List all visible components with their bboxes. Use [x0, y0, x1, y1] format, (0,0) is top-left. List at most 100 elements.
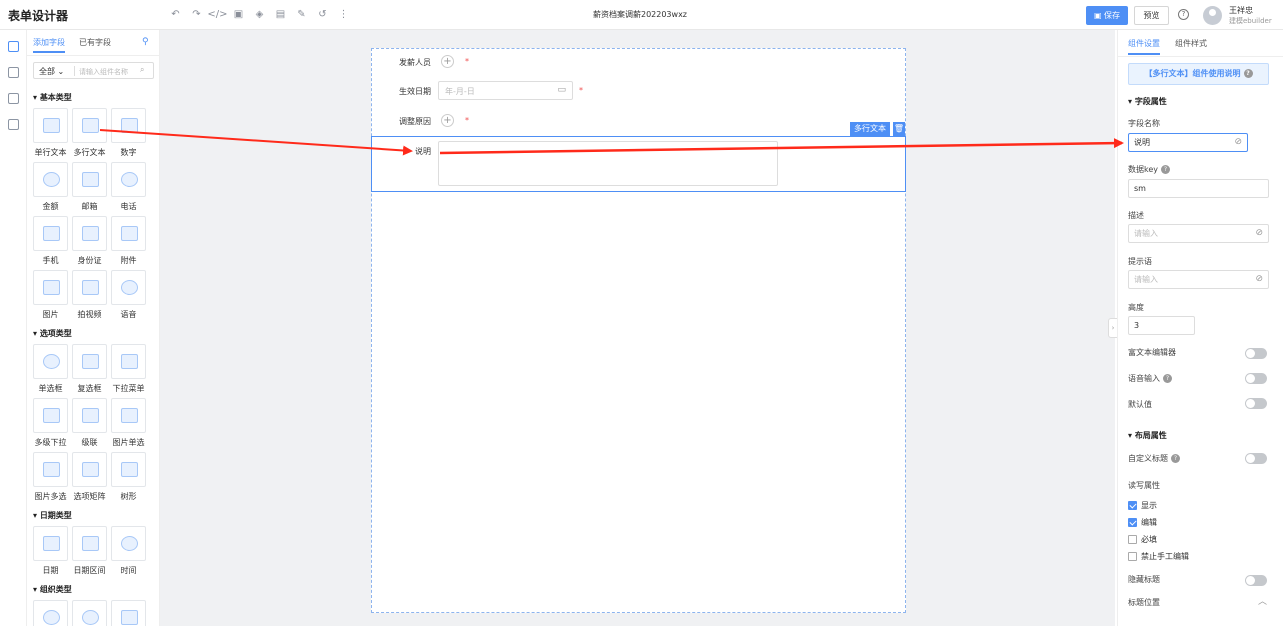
widget-id-card[interactable]: [72, 216, 107, 251]
widget-label: 电话: [120, 202, 137, 211]
layers-icon[interactable]: ◈: [249, 8, 270, 22]
category-select[interactable]: 全部 ⌄: [39, 66, 64, 77]
widget-department[interactable]: [111, 600, 146, 626]
chevron-up-icon[interactable]: ︿: [1258, 594, 1267, 607]
widget-voice[interactable]: [111, 270, 146, 305]
preview-button[interactable]: 预览: [1134, 6, 1169, 25]
widget-person[interactable]: [33, 600, 68, 626]
tree-icon: [121, 462, 138, 477]
image-icon[interactable]: ▣: [228, 8, 249, 22]
usage-notice[interactable]: 【多行文本】组件使用说明?: [1128, 63, 1269, 85]
widget-dropdown[interactable]: [111, 344, 146, 379]
desc-input[interactable]: 请输入 ⊘: [1128, 224, 1269, 243]
widget-checkbox[interactable]: [72, 344, 107, 379]
custom-title-toggle[interactable]: [1245, 453, 1267, 464]
layout-icon[interactable]: [8, 67, 19, 78]
required-checkbox[interactable]: [1128, 535, 1137, 544]
divider: [1118, 56, 1283, 57]
translate-icon[interactable]: ⊘: [1255, 271, 1263, 288]
section-org[interactable]: ▾ 组织类型: [33, 584, 72, 595]
image-multi-icon: [43, 462, 60, 477]
widget-image-radio[interactable]: [111, 398, 146, 433]
widget-attachment[interactable]: [111, 216, 146, 251]
multiline-textarea[interactable]: [438, 141, 778, 186]
tab-component-settings[interactable]: 组件设置: [1128, 38, 1160, 55]
default-value-toggle[interactable]: [1245, 398, 1267, 409]
translate-icon[interactable]: ⊘: [1255, 225, 1263, 242]
rich-text-toggle[interactable]: [1245, 348, 1267, 359]
widget-radio[interactable]: [33, 344, 68, 379]
chart-icon[interactable]: [8, 93, 19, 104]
date-picker[interactable]: 年-月-日 ▭: [438, 81, 573, 100]
widget-number[interactable]: [111, 108, 146, 143]
edit-icon[interactable]: ✎: [291, 8, 312, 22]
field-name-input[interactable]: 说明 ⊘: [1128, 133, 1248, 152]
widget-multi-text[interactable]: [72, 108, 107, 143]
field-label: 说明: [415, 147, 431, 156]
widget-phone[interactable]: [111, 162, 146, 197]
hint-input[interactable]: 请输入 ⊘: [1128, 270, 1269, 289]
email-icon: [82, 172, 99, 187]
voice-input-toggle[interactable]: [1245, 373, 1267, 384]
avatar[interactable]: [1203, 6, 1222, 25]
form-canvas[interactable]: [371, 48, 906, 613]
form-icon[interactable]: ▤: [270, 8, 291, 22]
translate-icon[interactable]: ⊘: [1234, 134, 1242, 151]
undo-icon[interactable]: ↶: [165, 8, 186, 22]
section-layout-props[interactable]: ▾ 布局属性: [1128, 430, 1167, 441]
section-date[interactable]: ▾ 日期类型: [33, 510, 72, 521]
tab-add-field[interactable]: 添加字段: [33, 37, 65, 53]
widget-option-matrix[interactable]: [72, 452, 107, 487]
tab-component-style[interactable]: 组件样式: [1175, 38, 1207, 55]
history-icon[interactable]: ↺: [312, 8, 333, 22]
fields-icon[interactable]: [8, 41, 19, 52]
tab-existing-field[interactable]: 已有字段: [79, 37, 111, 53]
template-icon[interactable]: [8, 119, 19, 130]
widget-time[interactable]: [111, 526, 146, 561]
section-basic[interactable]: ▾ 基本类型: [33, 92, 72, 103]
delete-icon[interactable]: 🗑: [892, 122, 905, 136]
data-key-value: sm: [1134, 184, 1146, 193]
rich-text-label: 富文本编辑器: [1128, 348, 1176, 357]
no-manual-edit-checkbox[interactable]: [1128, 552, 1137, 561]
widget-multi-dropdown[interactable]: [33, 398, 68, 433]
widget-mobile[interactable]: [33, 216, 68, 251]
add-person-icon[interactable]: +: [441, 55, 454, 68]
widget-video[interactable]: [72, 270, 107, 305]
phone-icon: [121, 172, 138, 187]
widget-date-range[interactable]: [72, 526, 107, 561]
section-field-props[interactable]: ▾ 字段属性: [1128, 96, 1167, 107]
widget-label: 时间: [120, 566, 137, 575]
hide-title-toggle[interactable]: [1245, 575, 1267, 586]
widget-cascade[interactable]: [72, 398, 107, 433]
help-icon[interactable]: ?: [1178, 9, 1189, 20]
search-input[interactable]: 请输入组件名称: [79, 67, 128, 77]
height-input[interactable]: 3: [1128, 316, 1195, 335]
redo-icon[interactable]: ↷: [186, 8, 207, 22]
more-icon[interactable]: ⋮: [333, 8, 354, 22]
desc-label: 描述: [1128, 211, 1144, 220]
widget-label: 图片单选: [112, 438, 145, 447]
widget-image-multi[interactable]: [33, 452, 68, 487]
widget-email[interactable]: [72, 162, 107, 197]
code-icon[interactable]: </>: [207, 8, 228, 22]
data-key-input[interactable]: sm: [1128, 179, 1269, 198]
default-label: 默认值: [1128, 400, 1152, 409]
voice-icon: [121, 280, 138, 295]
pin-icon[interactable]: ⚲: [142, 37, 149, 47]
checkbox-label: 编辑: [1141, 518, 1157, 527]
widget-amount[interactable]: [33, 162, 68, 197]
add-reason-icon[interactable]: +: [441, 114, 454, 127]
widget-date[interactable]: [33, 526, 68, 561]
edit-checkbox[interactable]: [1128, 518, 1137, 527]
attachment-icon: [121, 226, 138, 241]
widget-image[interactable]: [33, 270, 68, 305]
widget-people[interactable]: [72, 600, 107, 626]
widget-tree[interactable]: [111, 452, 146, 487]
show-checkbox[interactable]: [1128, 501, 1137, 510]
widget-single-text[interactable]: [33, 108, 68, 143]
height-value: 3: [1134, 321, 1140, 330]
section-option[interactable]: ▾ 选项类型: [33, 328, 72, 339]
save-button[interactable]: ▣ 保存: [1086, 6, 1128, 25]
image-icon: [43, 280, 60, 295]
